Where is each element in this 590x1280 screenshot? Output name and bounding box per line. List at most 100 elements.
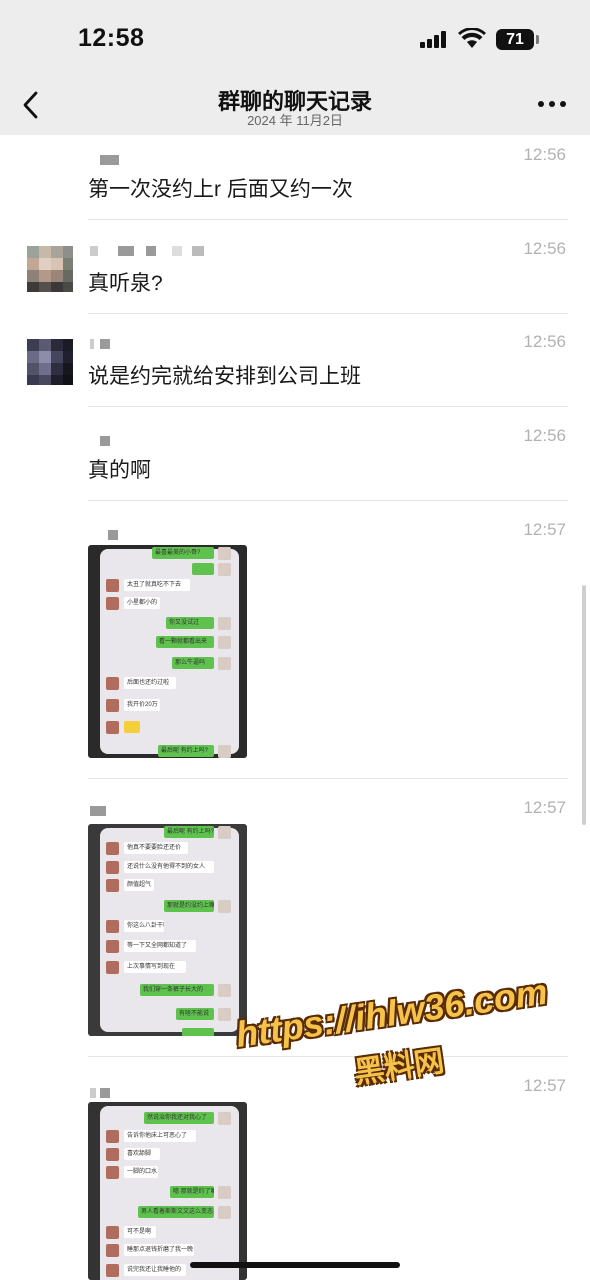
message-time: 12:56: [523, 426, 566, 445]
bubble-left: 告诉你他床上可恶心了: [124, 1130, 196, 1142]
phone-screen: 然说治你我还对我心了 告诉你他床上可恶心了 喜欢舔脚 一脚的口水 噫 那就是约了…: [100, 1106, 239, 1280]
phone-screen: 最喜最美的小哥? 太丑了就真吃不下去 小星都小的 你又没试过 看一颗就都看出来 …: [100, 547, 239, 758]
phone-screen: 最后呢 有约上吗? 他真不要要脸还还价 还说什么没有他得不到的女人 颜值超气 那…: [100, 826, 239, 1036]
photo-avatar: [106, 677, 119, 690]
bubble-left: 上次事情写到现在: [124, 961, 186, 973]
bubble-left: 后面也还约过啦: [124, 677, 176, 689]
message-text: 第一次没约上r 后面又约一次: [88, 178, 353, 201]
photo-avatar: [106, 1130, 119, 1143]
photo-avatar: [218, 900, 231, 913]
divider: [88, 406, 568, 407]
photo-avatar: [106, 940, 119, 953]
avatar[interactable]: [27, 246, 73, 292]
sender-name-redacted: [88, 530, 124, 542]
battery-icon: 71: [496, 29, 534, 50]
bubble-left: 说完我还让我睡他的: [124, 1264, 186, 1276]
message-time: 12:56: [523, 332, 566, 351]
bubble-right: 那么牛逼吗: [172, 657, 214, 669]
message-text: 真的啊: [88, 459, 151, 482]
photo-avatar: [106, 1244, 119, 1257]
photo-avatar: [106, 721, 119, 734]
bubble-right: 噫 那就是约了嘛: [170, 1186, 214, 1198]
bubble-right: 最后呢 有约上吗?: [164, 826, 214, 838]
divider: [88, 778, 568, 779]
sender-name-redacted: [88, 155, 128, 167]
photo-avatar: [218, 636, 231, 649]
status-time: 12:58: [78, 24, 145, 52]
sender-name-redacted: [88, 436, 118, 448]
photo-avatar: [218, 745, 231, 758]
bubble-left: 睡那点退钱折磨了我一晚: [124, 1244, 194, 1256]
photo-avatar: [218, 547, 231, 560]
status-bar: 12:58 71: [0, 0, 590, 80]
bubble-left: 喜欢舔脚: [124, 1148, 160, 1160]
photo-avatar: [106, 842, 119, 855]
battery-tip: [536, 35, 539, 44]
bubble-right: 最后呢 有约上吗?: [158, 745, 214, 757]
cellular-signal-icon: [420, 30, 450, 48]
sender-name-redacted: [88, 246, 208, 258]
message-text: 真听泉?: [88, 272, 163, 295]
chat-screenshot-image[interactable]: 最喜最美的小哥? 太丑了就真吃不下去 小星都小的 你又没试过 看一颗就都看出来 …: [88, 545, 247, 758]
bubble-right: 我们穿一条裤子长大的: [140, 984, 214, 996]
chat-message[interactable]: 12:56 真听泉?: [0, 229, 590, 315]
bubble-right: 你又没试过: [166, 617, 214, 629]
photo-avatar: [106, 699, 119, 712]
photo-avatar: [218, 657, 231, 670]
photo-avatar: [106, 861, 119, 874]
photo-avatar: [106, 1264, 119, 1277]
bubble-right: 那就是约没约上嘛: [164, 900, 214, 912]
home-indicator[interactable]: [190, 1262, 400, 1268]
message-text: 说是约完就给安排到公司上班: [88, 365, 361, 388]
photo-avatar: [218, 617, 231, 630]
photo-avatar: [106, 1166, 119, 1179]
bubble-left: 我开价20万: [124, 699, 160, 711]
photo-avatar: [106, 879, 119, 892]
message-time: 12:56: [523, 145, 566, 164]
bubble-left: 你这么八卦干嘛: [124, 920, 164, 932]
chat-message[interactable]: 12:56 说是约完就给安排到公司上班: [0, 322, 590, 408]
chat-message[interactable]: 12:56 第一次没约上r 后面又约一次: [0, 135, 590, 221]
bubble-left: 太丑了就真吃不下去: [124, 579, 190, 591]
sender-name-redacted: [88, 339, 118, 351]
chat-message-photo[interactable]: 12:57 最喜最美的小哥? 太丑了就真吃不下去 小星都小的 你又没试过 看一颗…: [0, 510, 590, 780]
photo-avatar: [106, 1226, 119, 1239]
chat-message[interactable]: 12:56 真的啊: [0, 416, 590, 502]
bubble-right: 然说治你我还对我心了: [144, 1112, 214, 1124]
bubble-left: 一脚的口水: [124, 1166, 158, 1178]
photo-avatar: [218, 1186, 231, 1199]
divider: [88, 313, 568, 314]
nav-bar: 群聊的聊天记录 2024 年 11月2日: [0, 80, 590, 135]
more-icon[interactable]: [538, 101, 566, 109]
page-date: 2024 年 11月2日: [247, 113, 343, 128]
bubble-left: 他真不要要脸还还价: [124, 842, 188, 854]
photo-avatar: [106, 920, 119, 933]
bubble-left: 颜值超气: [124, 879, 154, 891]
bubble-left: 可不是啊: [124, 1226, 156, 1238]
message-time: 12:57: [523, 520, 566, 539]
message-time: 12:56: [523, 239, 566, 258]
photo-avatar: [106, 579, 119, 592]
message-time: 12:57: [523, 798, 566, 817]
divider: [88, 219, 568, 220]
photo-avatar: [218, 984, 231, 997]
photo-avatar: [106, 961, 119, 974]
photo-avatar: [218, 826, 231, 839]
scrollbar[interactable]: [582, 585, 586, 825]
photo-avatar: [218, 1206, 231, 1219]
photo-avatar: [106, 597, 119, 610]
bubble-left: 等一下又全网都知道了: [124, 940, 196, 952]
bubble-right: 看一颗就都看出来: [156, 636, 214, 648]
wifi-icon: [458, 28, 486, 48]
sender-name-redacted: [88, 806, 124, 818]
bubble-right-emoji: [192, 563, 214, 575]
bubble-right: 最喜最美的小哥?: [152, 547, 214, 559]
bubble-right: 男人看着斯斯文文这么变态: [138, 1206, 214, 1218]
chat-screenshot-image[interactable]: 最后呢 有约上吗? 他真不要要脸还还价 还说什么没有他得不到的女人 颜值超气 那…: [88, 824, 247, 1036]
avatar[interactable]: [27, 339, 73, 385]
photo-avatar: [218, 563, 231, 576]
divider: [88, 500, 568, 501]
bubble-left-emoji: [124, 721, 140, 733]
bubble-left: 还说什么没有他得不到的女人: [124, 861, 214, 873]
photo-avatar: [106, 1148, 119, 1161]
